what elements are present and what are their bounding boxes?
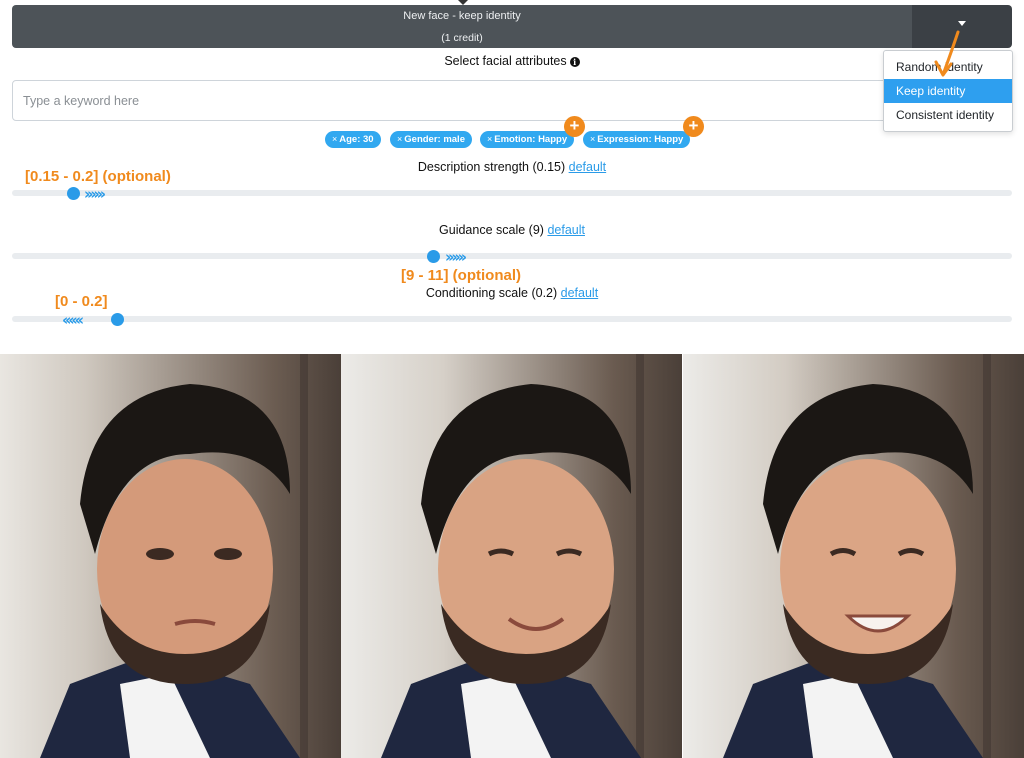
- keyword-search-input[interactable]: [12, 80, 1012, 121]
- annotation-arrow-icon: [934, 30, 960, 77]
- chevron-left-icon: ‹‹‹‹‹‹: [62, 311, 84, 329]
- plus-icon: +: [564, 116, 585, 137]
- range-annotation: [9 - 11] (optional): [401, 267, 521, 284]
- range-annotation: [0.15 - 0.2] (optional): [25, 168, 171, 185]
- remove-tag-icon[interactable]: ×: [332, 134, 337, 144]
- tag-age[interactable]: × Age: 30: [325, 131, 381, 148]
- conditioning-scale-slider[interactable]: [12, 316, 1012, 322]
- tag-emotion[interactable]: × Emotion: Happy: [480, 131, 575, 148]
- remove-tag-icon[interactable]: ×: [590, 134, 595, 144]
- portrait-photo-smile: [341, 354, 682, 758]
- chevron-right-icon: ››››››: [445, 248, 467, 266]
- conditioning-scale-label: Conditioning scale (0.2) default: [0, 286, 1024, 300]
- portrait-photo-neutral: [0, 354, 341, 758]
- tag-label: Gender: male: [404, 134, 465, 145]
- slider-label-text: Guidance scale (9): [439, 223, 544, 237]
- slider-thumb[interactable]: [427, 250, 440, 263]
- slider-thumb[interactable]: [111, 313, 124, 326]
- remove-tag-icon[interactable]: ×: [487, 134, 492, 144]
- attributes-heading: Select facial attributes i: [0, 54, 1024, 68]
- portrait-photo-big-smile: [683, 354, 1024, 758]
- slider-thumb[interactable]: [67, 187, 80, 200]
- info-icon[interactable]: i: [569, 57, 580, 67]
- range-annotation: [0 - 0.2]: [55, 293, 108, 310]
- chevron-right-icon: ››››››: [84, 185, 106, 203]
- guidance-scale-slider[interactable]: [12, 253, 1012, 259]
- caret-down-icon: [958, 21, 966, 26]
- menu-item-consistent-identity[interactable]: Consistent identity: [884, 103, 1012, 127]
- slider-label-text: Description strength (0.15): [417, 160, 566, 174]
- guidance-scale-label: Guidance scale (9) default: [0, 223, 1024, 237]
- default-link[interactable]: default: [561, 286, 599, 300]
- tag-expression[interactable]: × Expression: Happy: [583, 131, 691, 148]
- tag-label: Age: 30: [339, 134, 374, 145]
- attributes-heading-text: Select facial attributes: [444, 54, 567, 68]
- tag-gender[interactable]: × Gender: male: [390, 131, 472, 148]
- default-link[interactable]: default: [547, 223, 585, 237]
- default-link[interactable]: default: [569, 160, 607, 174]
- slider-label-text: Conditioning scale (0.2): [425, 286, 558, 300]
- tag-label: Expression: Happy: [597, 134, 684, 145]
- description-strength-slider[interactable]: [12, 190, 1012, 196]
- generate-button-title: New face - keep identity: [403, 10, 521, 22]
- generate-button-cost: (1 credit): [441, 32, 483, 44]
- remove-tag-icon[interactable]: ×: [397, 134, 402, 144]
- generate-button[interactable]: New face - keep identity (1 credit): [12, 5, 912, 48]
- plus-icon: +: [683, 116, 704, 137]
- tag-label: Emotion: Happy: [494, 134, 568, 145]
